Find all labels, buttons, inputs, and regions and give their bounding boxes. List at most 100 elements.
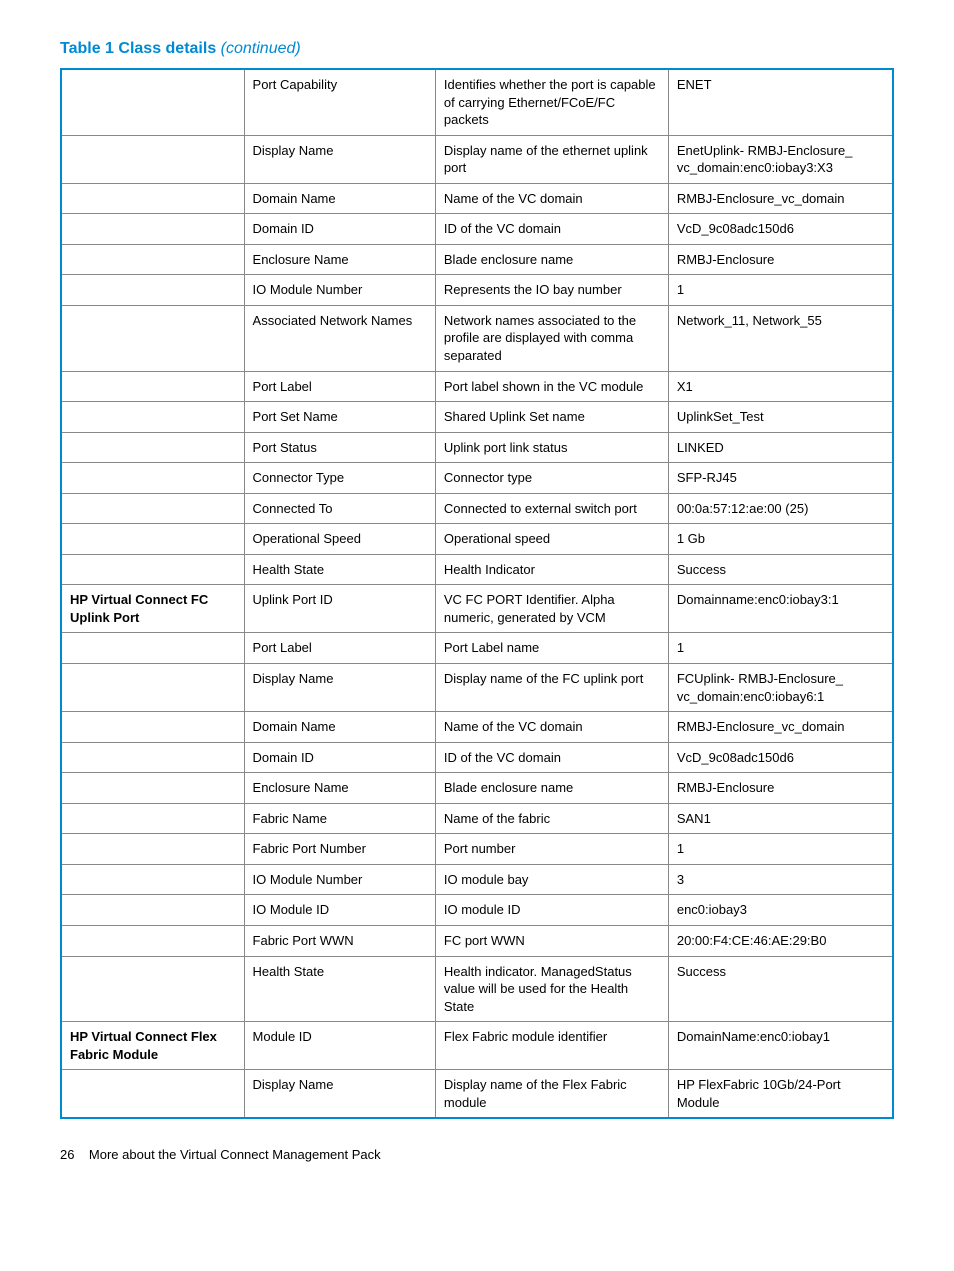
table-cell: SFP-RJ45 — [668, 463, 893, 494]
table-cell: Identifies whether the port is capable o… — [435, 69, 668, 135]
table-cell: Associated Network Names — [244, 305, 435, 371]
table-row: Connected ToConnected to external switch… — [61, 493, 893, 524]
table-row: Display NameDisplay name of the Flex Fab… — [61, 1070, 893, 1119]
table-cell: Name of the fabric — [435, 803, 668, 834]
table-cell — [61, 214, 244, 245]
table-cell: Flex Fabric module identifier — [435, 1022, 668, 1070]
table-title: Table 1 Class details (continued) — [60, 40, 894, 58]
table-cell: Display Name — [244, 1070, 435, 1119]
table-cell: Display Name — [244, 135, 435, 183]
table-cell: Domainname:enc0:iobay3:1 — [668, 585, 893, 633]
table-cell: Connector type — [435, 463, 668, 494]
table-cell: Connector Type — [244, 463, 435, 494]
class-details-table: Port CapabilityIdentifies whether the po… — [60, 68, 894, 1119]
table-cell: Display name of the Flex Fabric module — [435, 1070, 668, 1119]
table-row: Domain IDID of the VC domainVcD_9c08adc1… — [61, 214, 893, 245]
table-cell: HP FlexFabric 10Gb/24-Port Module — [668, 1070, 893, 1119]
table-row: Associated Network NamesNetwork names as… — [61, 305, 893, 371]
table-cell: Domain ID — [244, 742, 435, 773]
table-cell: SAN1 — [668, 803, 893, 834]
table-cell: Port Set Name — [244, 402, 435, 433]
table-cell: Port Status — [244, 432, 435, 463]
table-cell: Display name of the FC uplink port — [435, 664, 668, 712]
table-cell — [61, 773, 244, 804]
table-cell: Connected to external switch port — [435, 493, 668, 524]
table-cell: IO Module ID — [244, 895, 435, 926]
table-cell: Operational Speed — [244, 524, 435, 555]
table-cell: Connected To — [244, 493, 435, 524]
table-cell — [61, 956, 244, 1022]
table-cell: IO Module Number — [244, 864, 435, 895]
table-cell — [61, 135, 244, 183]
page-number: 26 — [60, 1147, 74, 1162]
table-cell — [61, 1070, 244, 1119]
table-cell — [61, 463, 244, 494]
table-cell: Success — [668, 956, 893, 1022]
table-cell — [61, 402, 244, 433]
table-row: Port LabelPort Label name1 — [61, 633, 893, 664]
table-row: Port LabelPort label shown in the VC mod… — [61, 371, 893, 402]
table-cell: Port Capability — [244, 69, 435, 135]
table-cell: Enclosure Name — [244, 773, 435, 804]
table-cell: Name of the VC domain — [435, 183, 668, 214]
table-row: Domain IDID of the VC domainVcD_9c08adc1… — [61, 742, 893, 773]
table-cell: RMBJ-Enclosure_vc_domain — [668, 183, 893, 214]
table-row: Port Set NameShared Uplink Set nameUplin… — [61, 402, 893, 433]
table-cell: 1 — [668, 633, 893, 664]
table-cell: Domain ID — [244, 214, 435, 245]
table-cell: IO module ID — [435, 895, 668, 926]
table-cell — [61, 524, 244, 555]
table-cell: Enclosure Name — [244, 244, 435, 275]
table-cell: Port Label — [244, 633, 435, 664]
footer-chapter: More about the Virtual Connect Managemen… — [89, 1147, 381, 1162]
table-cell: Uplink port link status — [435, 432, 668, 463]
table-cell: VcD_9c08adc150d6 — [668, 742, 893, 773]
table-cell: Success — [668, 554, 893, 585]
table-cell: 1 — [668, 275, 893, 306]
table-cell: 3 — [668, 864, 893, 895]
table-cell: Port label shown in the VC module — [435, 371, 668, 402]
table-row: Fabric Port NumberPort number1 — [61, 834, 893, 865]
table-cell: DomainName:enc0:iobay1 — [668, 1022, 893, 1070]
table-cell: HP Virtual Connect FC Uplink Port — [61, 585, 244, 633]
table-cell — [61, 895, 244, 926]
table-cell: FCUplink- RMBJ-Enclosure_ vc_domain:enc0… — [668, 664, 893, 712]
table-row: Health StateHealth indicator. ManagedSta… — [61, 956, 893, 1022]
table-cell: enc0:iobay3 — [668, 895, 893, 926]
table-cell: VcD_9c08adc150d6 — [668, 214, 893, 245]
table-cell — [61, 803, 244, 834]
table-cell: 1 — [668, 834, 893, 865]
table-cell: IO Module Number — [244, 275, 435, 306]
table-cell — [61, 925, 244, 956]
table-cell: Network_11, Network_55 — [668, 305, 893, 371]
table-row: IO Module IDIO module IDenc0:iobay3 — [61, 895, 893, 926]
table-cell: RMBJ-Enclosure — [668, 244, 893, 275]
table-cell: Port number — [435, 834, 668, 865]
table-cell: HP Virtual Connect Flex Fabric Module — [61, 1022, 244, 1070]
table-cell: Uplink Port ID — [244, 585, 435, 633]
title-prefix: Table 1 Class details — [60, 40, 216, 57]
table-cell: Shared Uplink Set name — [435, 402, 668, 433]
table-cell: ENET — [668, 69, 893, 135]
table-cell — [61, 742, 244, 773]
table-cell: Health State — [244, 554, 435, 585]
table-cell: EnetUplink- RMBJ-Enclosure_ vc_domain:en… — [668, 135, 893, 183]
table-row: Connector TypeConnector typeSFP-RJ45 — [61, 463, 893, 494]
table-cell: 00:0a:57:12:ae:00 (25) — [668, 493, 893, 524]
table-cell: Fabric Port WWN — [244, 925, 435, 956]
table-cell: Operational speed — [435, 524, 668, 555]
table-cell: RMBJ-Enclosure — [668, 773, 893, 804]
table-cell: 1 Gb — [668, 524, 893, 555]
table-cell: Fabric Name — [244, 803, 435, 834]
page-footer: 26 More about the Virtual Connect Manage… — [60, 1147, 894, 1162]
table-row: IO Module NumberRepresents the IO bay nu… — [61, 275, 893, 306]
table-cell — [61, 432, 244, 463]
table-cell: Port Label — [244, 371, 435, 402]
table-cell — [61, 834, 244, 865]
table-row: IO Module NumberIO module bay3 — [61, 864, 893, 895]
table-cell: Blade enclosure name — [435, 773, 668, 804]
table-cell — [61, 493, 244, 524]
table-cell: LINKED — [668, 432, 893, 463]
table-cell — [61, 712, 244, 743]
table-cell: Name of the VC domain — [435, 712, 668, 743]
